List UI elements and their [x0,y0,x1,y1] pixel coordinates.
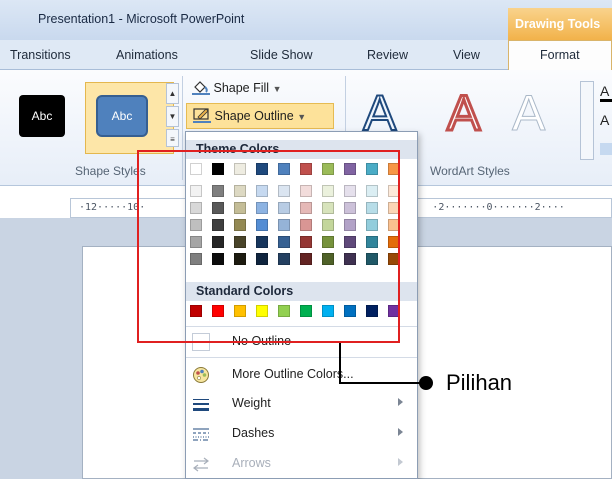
wordart-styles-group-label: WordArt Styles [430,164,510,178]
shape-style-black-thumbnail[interactable]: Abc [19,95,65,137]
submenu-arrow-icon [398,458,403,466]
wordart-style-red[interactable]: A [445,87,481,140]
svg-text:A: A [600,83,610,99]
annotation-dot [419,376,433,390]
tab-view[interactable]: View [453,48,480,62]
arrows-icon [192,455,210,473]
tab-slide-show[interactable]: Slide Show [250,48,313,62]
ruler-right-ticks: ·2·······0·······2···· [432,202,565,213]
shape-styles-scroll-down[interactable]: ▼ [166,106,179,127]
shape-styles-group-label: Shape Styles [75,164,146,178]
arrows-menu-item: Arrows [186,450,417,478]
chevron-down-icon: ▼ [297,111,307,122]
color-palette-icon [192,366,210,384]
drawing-tools-contextual-label: Drawing Tools [508,8,612,40]
wordart-styles-scroll[interactable] [580,81,594,160]
annotation-highlight-box [137,150,400,343]
pencil-outline-icon [193,107,211,126]
chevron-down-icon: ▼ [272,83,282,94]
more-outline-colors-menu-item[interactable]: More Outline Colors... [186,361,417,389]
text-fill-icon[interactable]: AA [598,80,612,160]
menu-separator [186,357,417,358]
shape-outline-label: Shape Outline [214,108,294,123]
wordart-style-gray[interactable]: A [511,88,545,139]
shape-fill-button[interactable]: Shape Fill ▼ [192,79,281,99]
shape-outline-button[interactable]: Shape Outline ▼ [186,103,334,129]
submenu-arrow-icon [398,398,403,406]
svg-text:A: A [600,112,610,128]
tab-format[interactable]: Format [540,48,580,62]
annotation-label: Pilihan [446,370,513,395]
ruler-left-ticks: ·12·····10· [79,202,146,213]
tab-transitions[interactable]: Transitions [10,48,71,62]
shape-fill-label: Shape Fill [213,80,270,95]
tab-review[interactable]: Review [367,48,408,62]
window-title: Presentation1 - Microsoft PowerPoint [38,12,245,26]
line-weight-icon [192,395,210,413]
shape-style-blue-thumbnail[interactable]: Abc [96,95,148,137]
weight-menu-item[interactable]: Weight [186,390,417,418]
tab-animations[interactable]: Animations [116,48,178,62]
shape-styles-more-button[interactable]: ≡ [166,129,179,147]
paint-bucket-icon [192,79,210,98]
shape-styles-scroll-up[interactable]: ▲ [166,83,179,104]
dashes-icon [192,425,210,443]
submenu-arrow-icon [398,428,403,436]
dashes-menu-item[interactable]: Dashes [186,420,417,448]
